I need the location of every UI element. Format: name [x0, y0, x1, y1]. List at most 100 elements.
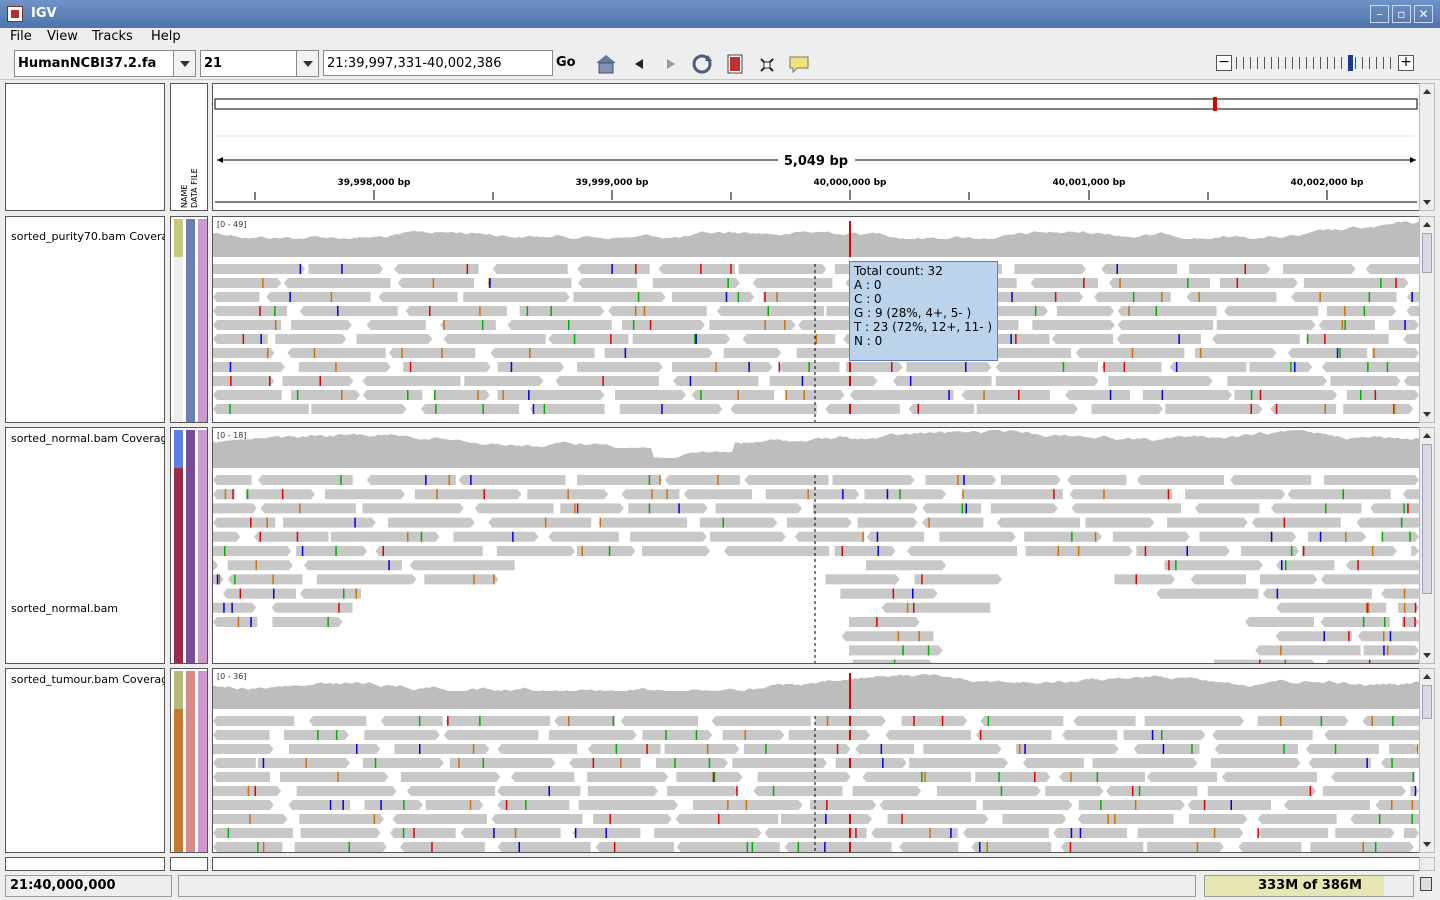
region-of-interest-icon[interactable]: [721, 51, 749, 77]
locus-input[interactable]: [323, 50, 553, 76]
aligned-read: [1108, 376, 1213, 386]
chevron-down-icon[interactable]: [296, 51, 318, 76]
aligned-read: [717, 306, 824, 316]
aligned-read: [906, 362, 992, 372]
aligned-read: [1257, 828, 1329, 838]
mismatch-base: [482, 758, 485, 768]
purity-track[interactable]: [213, 217, 1420, 423]
aligned-read: [1024, 531, 1102, 542]
aligned-read: [1407, 292, 1419, 302]
aligned-read: [923, 744, 1002, 754]
mismatch-base: [651, 489, 653, 500]
mismatch-base: [299, 264, 302, 274]
zoom-in-button[interactable]: +: [1398, 55, 1414, 71]
chevron-down-icon[interactable]: [173, 51, 195, 76]
menu-file[interactable]: File: [10, 28, 32, 46]
purity-scrollbar[interactable]: [1419, 216, 1435, 423]
snp-base: [849, 842, 851, 852]
zoom-slider-thumb[interactable]: [1348, 55, 1354, 71]
mismatch-base: [1302, 546, 1305, 556]
aligned-read: [1146, 772, 1217, 782]
mismatch-base: [482, 404, 484, 414]
mismatch-base: [1386, 362, 1389, 372]
track-name-purity-coverage[interactable]: sorted_purity70.bam Coverage: [11, 230, 165, 243]
aligned-read: [213, 758, 256, 768]
aligned-read: [213, 404, 309, 414]
feature-scrollbar[interactable]: [1419, 857, 1435, 871]
mismatch-base: [1341, 320, 1344, 330]
aligned-read: [311, 404, 407, 414]
mismatch-base: [1057, 546, 1060, 556]
maximize-button[interactable]: ▫: [1392, 5, 1411, 23]
fit-to-window-icon[interactable]: [753, 51, 781, 77]
aligned-read: [1331, 772, 1415, 782]
mismatch-base: [435, 404, 437, 414]
aligned-read: [1363, 645, 1419, 656]
aligned-read: [1301, 546, 1397, 556]
mismatch-base: [1290, 546, 1293, 556]
genome-select[interactable]: HumanNCBI37.2.fa: [14, 50, 196, 77]
aligned-read: [362, 376, 461, 386]
normal-track[interactable]: [213, 428, 1420, 664]
tumour-track[interactable]: [213, 669, 1420, 853]
aligned-read: [414, 489, 522, 500]
header-scrollbar[interactable]: [1419, 83, 1435, 211]
zoom-slider-track[interactable]: [1236, 57, 1392, 69]
mismatch-base: [576, 503, 579, 514]
memory-indicator[interactable]: 333M of 386M: [1204, 875, 1414, 897]
mismatch-base: [581, 546, 583, 556]
menu-help[interactable]: Help: [151, 28, 181, 46]
zoom-out-button[interactable]: −: [1216, 55, 1232, 71]
menu-view[interactable]: View: [47, 28, 78, 46]
chromosome-select[interactable]: 21: [200, 50, 319, 77]
mismatch-base: [764, 292, 766, 302]
chromosome-ideogram[interactable]: [214, 98, 1418, 110]
aligned-read: [738, 264, 827, 274]
aligned-read: [658, 264, 735, 274]
minimize-button[interactable]: –: [1370, 5, 1389, 23]
mismatch-base: [567, 489, 569, 500]
snp-base: [849, 404, 851, 414]
aligned-read: [375, 546, 483, 556]
aligned-read: [664, 475, 740, 485]
purity-coverage-scale: [0 - 49]: [217, 220, 247, 229]
mismatch-base: [1368, 659, 1371, 663]
refresh-icon[interactable]: [688, 51, 716, 77]
mismatch-base: [1116, 264, 1118, 274]
track-name-normal-coverage[interactable]: sorted_normal.bam Coverage: [11, 432, 165, 445]
aligned-read: [227, 574, 303, 585]
aligned-read: [213, 772, 270, 782]
aligned-read: [593, 814, 672, 824]
aligned-read: [1212, 334, 1300, 344]
mismatch-base: [1344, 320, 1346, 330]
mismatch-base: [722, 517, 724, 528]
mismatch-base: [373, 814, 376, 824]
mismatch-base: [479, 716, 481, 726]
menu-tracks[interactable]: Tracks: [92, 28, 133, 46]
popup-info-icon[interactable]: [785, 51, 813, 77]
trash-icon[interactable]: [1420, 877, 1432, 891]
aligned-read: [578, 278, 638, 288]
go-button[interactable]: Go: [556, 55, 576, 70]
track-name-normal-alignments[interactable]: sorted_normal.bam: [11, 602, 165, 615]
track-name-tumour-coverage[interactable]: sorted_tumour.bam Coverage: [11, 673, 165, 686]
mismatch-base: [599, 517, 602, 528]
aligned-read: [1117, 306, 1217, 316]
mismatch-base: [1407, 503, 1409, 514]
normal-scrollbar[interactable]: [1419, 427, 1435, 664]
aligned-read: [723, 348, 782, 358]
mismatch-base: [262, 758, 265, 768]
close-button[interactable]: ✕: [1414, 5, 1433, 23]
aligned-read: [595, 842, 674, 852]
aligned-read: [765, 489, 860, 500]
tumour-scrollbar[interactable]: [1419, 668, 1435, 853]
forward-icon[interactable]: [657, 51, 685, 77]
mismatch-base: [224, 489, 227, 500]
aligned-read: [213, 730, 270, 740]
home-icon[interactable]: [592, 51, 620, 77]
coverage-histogram: [213, 673, 1419, 709]
aligned-read: [922, 503, 982, 514]
mismatch-base: [624, 348, 627, 358]
back-icon[interactable]: [625, 51, 653, 77]
chromosome-value: 21: [204, 56, 223, 71]
